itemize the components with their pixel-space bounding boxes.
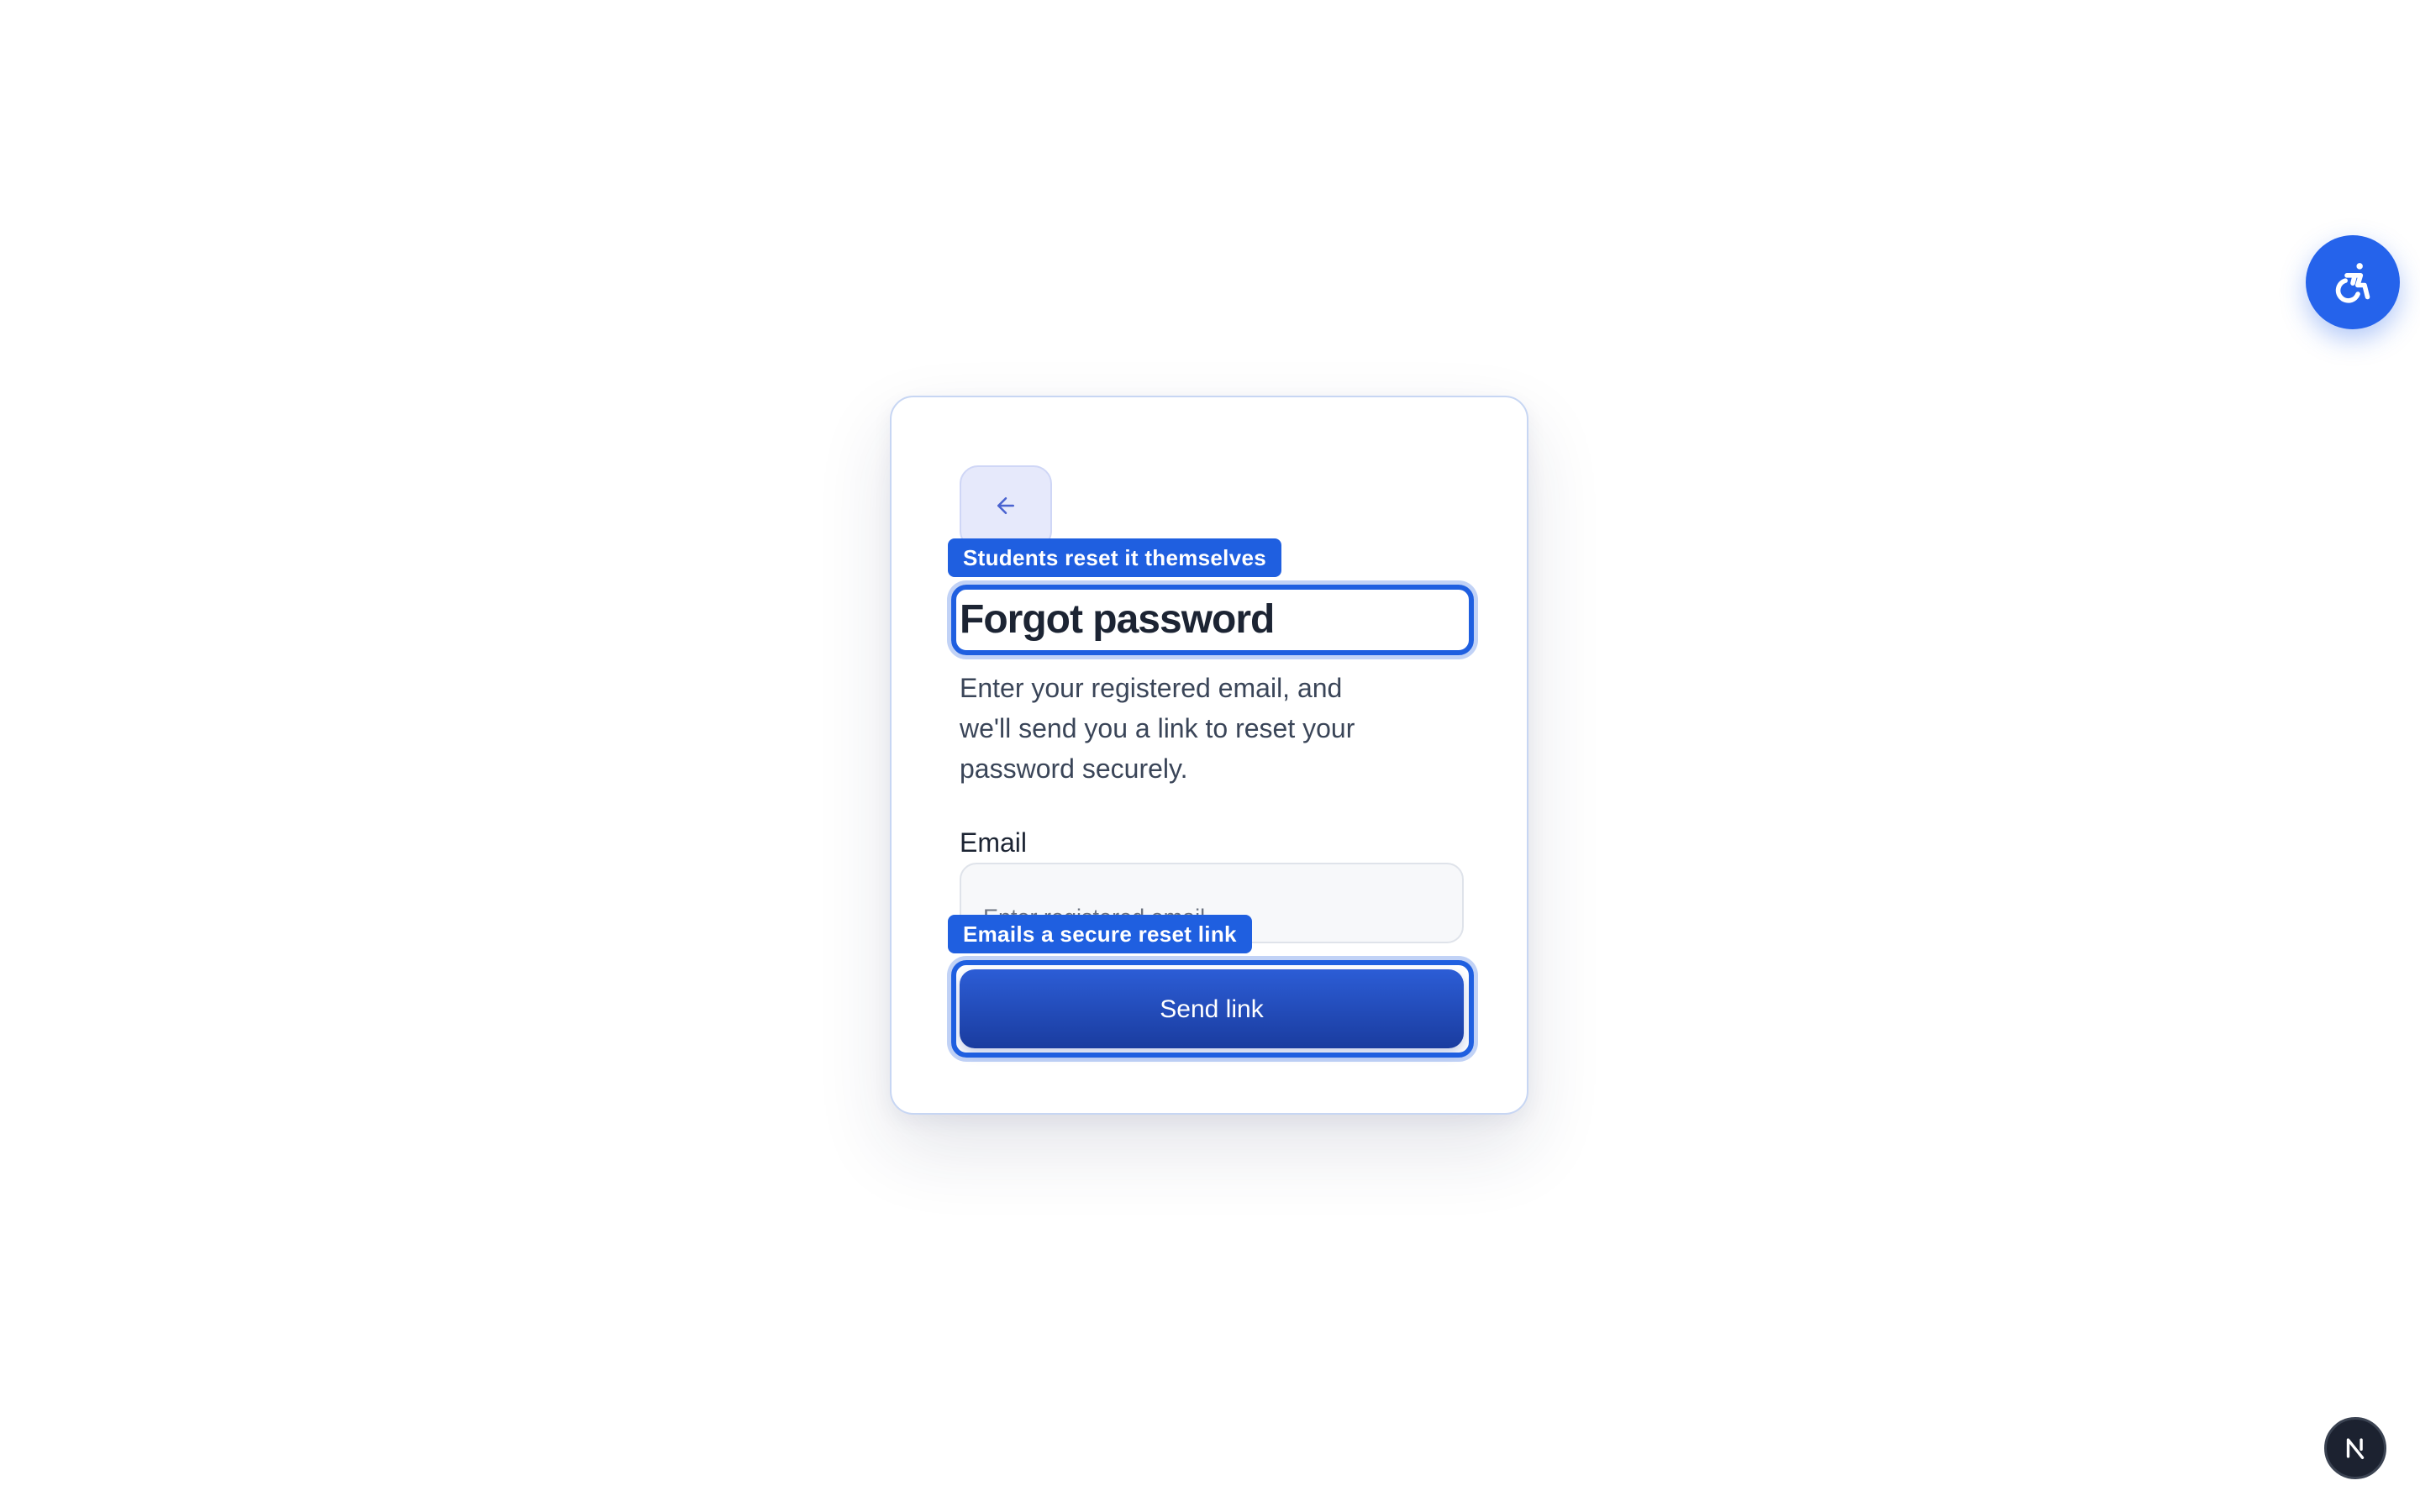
next-logo-icon [2346, 1438, 2365, 1460]
back-button[interactable] [960, 465, 1052, 549]
dev-indicator-button[interactable] [2324, 1417, 2386, 1479]
title-annotation-badge: Students reset it themselves [948, 538, 1281, 577]
page-description: Enter your registered email, and we'll s… [960, 673, 1355, 784]
email-label: Email [960, 827, 1028, 858]
page-title: Forgot password [960, 597, 1275, 642]
send-link-button[interactable]: Send link [960, 969, 1464, 1048]
forgot-password-card: Forgot password Students reset it themse… [890, 396, 1528, 1115]
accessibility-button[interactable] [2306, 235, 2400, 329]
page: Forgot password Students reset it themse… [0, 0, 2420, 1512]
button-annotation-badge: Emails a secure reset link [948, 915, 1252, 953]
arrow-left-icon [997, 497, 1014, 514]
accessibility-icon [2335, 263, 2370, 303]
